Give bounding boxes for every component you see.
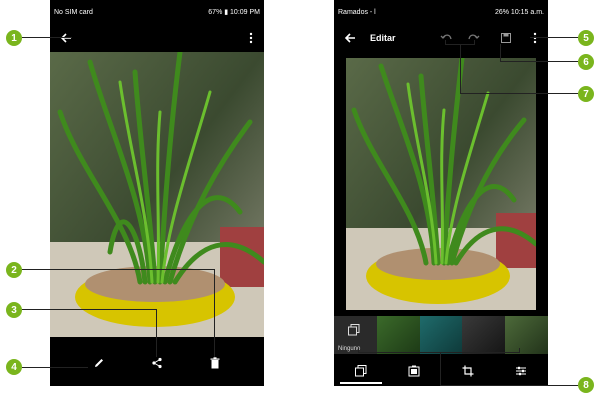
callout-line-4 bbox=[22, 367, 88, 368]
back-arrow-icon[interactable] bbox=[340, 26, 360, 50]
filters-icon bbox=[354, 365, 367, 377]
frames-icon bbox=[408, 365, 420, 377]
filter-thumbnail[interactable] bbox=[419, 316, 463, 354]
callout-line-2 bbox=[22, 269, 215, 270]
tab-frames[interactable] bbox=[388, 356, 442, 386]
callout-badge: 7 bbox=[578, 86, 594, 102]
status-right: 26% 10:15 a.m. bbox=[494, 9, 544, 16]
filter-thumbnails: Ninguno bbox=[334, 316, 548, 354]
redo-icon[interactable] bbox=[466, 26, 482, 50]
gallery-view-screen: No SIM card 67% ▮ 10:09 PM bbox=[50, 0, 264, 386]
tab-filters[interactable] bbox=[334, 356, 388, 386]
adjust-icon bbox=[516, 366, 527, 376]
filter-thumbnail[interactable] bbox=[462, 316, 506, 354]
back-arrow-icon[interactable] bbox=[56, 26, 76, 50]
callout-badge: 8 bbox=[578, 377, 594, 393]
callout-line-8-right bbox=[519, 348, 520, 353]
callout-badge: 2 bbox=[6, 262, 22, 278]
callout-badge: 3 bbox=[6, 302, 22, 318]
callout-line-8-left bbox=[358, 348, 359, 353]
callout-badge: 5 bbox=[578, 30, 594, 46]
callout-line-7-right bbox=[474, 40, 475, 45]
filter-thumbnail-none[interactable]: Ninguno bbox=[334, 316, 377, 354]
status-left: Ramados - l bbox=[338, 9, 376, 16]
editor-app-bar: Editar bbox=[334, 26, 548, 50]
callout-line-2-drop bbox=[214, 269, 215, 357]
callout-line-7-bracket bbox=[445, 44, 475, 45]
filter-thumbnail[interactable] bbox=[505, 316, 548, 354]
callout-line-6 bbox=[500, 61, 578, 62]
share-icon[interactable] bbox=[146, 352, 168, 374]
tab-crop[interactable] bbox=[441, 356, 495, 386]
status-right: 67% ▮ 10:09 PM bbox=[208, 9, 260, 16]
callout-badge: 6 bbox=[578, 54, 594, 70]
callout-line-8-bracket bbox=[358, 352, 520, 353]
more-vert-icon[interactable] bbox=[244, 26, 258, 50]
callout-line-7 bbox=[460, 93, 578, 94]
status-bar: No SIM card 67% ▮ 10:09 PM bbox=[50, 0, 264, 26]
callout-line-8-drop bbox=[440, 352, 441, 385]
callout-badge: 1 bbox=[6, 30, 22, 46]
editor-tabs bbox=[334, 356, 548, 386]
more-vert-icon[interactable] bbox=[528, 26, 542, 50]
app-bar bbox=[50, 26, 264, 50]
callout-line-8 bbox=[440, 385, 578, 386]
bottom-toolbar bbox=[50, 340, 264, 386]
crop-icon bbox=[462, 365, 474, 377]
callout-line-5 bbox=[530, 37, 578, 38]
pencil-icon[interactable] bbox=[88, 352, 110, 374]
filter-thumbnail[interactable] bbox=[376, 316, 420, 354]
status-bar: Ramados - l 26% 10:15 a.m. bbox=[334, 0, 548, 26]
undo-icon[interactable] bbox=[438, 26, 454, 50]
callout-badge: 4 bbox=[6, 359, 22, 375]
status-left: No SIM card bbox=[54, 9, 93, 16]
callout-line-6-rise bbox=[500, 44, 501, 61]
tab-adjust[interactable] bbox=[495, 356, 549, 386]
photo-image bbox=[50, 52, 264, 337]
photo-image bbox=[346, 58, 536, 310]
photo-editor-screen: Ramados - l 26% 10:15 a.m. Editar Ningun… bbox=[334, 0, 548, 386]
editor-title: Editar bbox=[370, 33, 396, 43]
callout-line-7-left bbox=[445, 40, 446, 45]
callout-line-3-drop bbox=[156, 309, 157, 357]
filter-label: Ninguno bbox=[338, 346, 361, 352]
trash-icon[interactable] bbox=[204, 352, 226, 374]
callout-line-3 bbox=[22, 309, 157, 310]
callout-line-7-rise bbox=[460, 44, 461, 93]
callout-line-1 bbox=[22, 37, 72, 38]
